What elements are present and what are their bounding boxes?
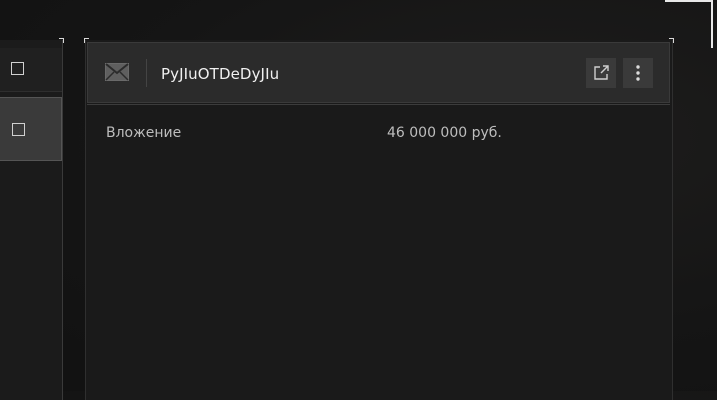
panel-corner-marker [59, 38, 64, 43]
side-list-panel [0, 38, 64, 400]
open-external-button[interactable] [586, 58, 616, 88]
list-item[interactable] [0, 48, 62, 92]
message-header: PyJIuOTDeDyJIu [87, 42, 670, 103]
attachment-row: Вложение 46 000 000 руб. [106, 125, 646, 145]
adjacent-panel-corner [685, 0, 713, 48]
attachment-value: 46 000 000 руб. [387, 125, 502, 141]
header-separator [146, 59, 147, 87]
select-checkbox[interactable] [11, 62, 24, 75]
message-card: PyJIuOTDeDyJIu Вложение 46 000 000 руб. [84, 38, 674, 400]
select-checkbox[interactable] [12, 123, 25, 136]
sender-name: PyJIuOTDeDyJIu [161, 65, 280, 83]
more-vertical-icon [636, 65, 640, 81]
list-item-selected[interactable] [0, 97, 62, 161]
attachment-label: Вложение [106, 125, 182, 141]
external-link-icon [594, 65, 609, 80]
mail-icon [105, 63, 129, 81]
more-options-button[interactable] [623, 58, 653, 88]
header-divider [87, 104, 670, 105]
